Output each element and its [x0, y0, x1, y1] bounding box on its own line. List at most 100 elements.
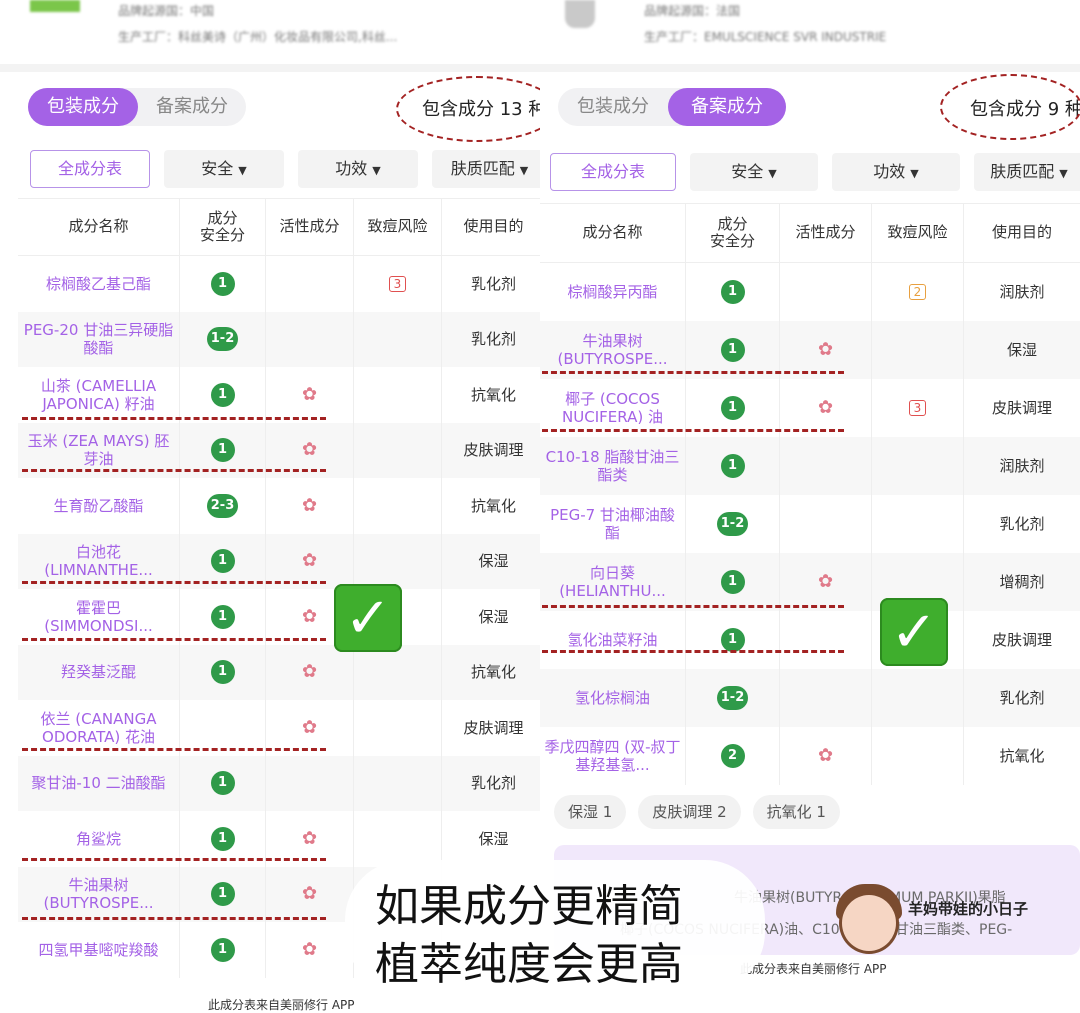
annotation-underline	[22, 858, 326, 861]
table-row[interactable]: 棕榈酸乙基己酯 1 3 乳化剂	[18, 256, 545, 312]
usage-purpose: 乳化剂	[470, 330, 516, 349]
safety-score-badge: 1-2	[716, 512, 749, 536]
efficacy-filter[interactable]: 功效 ▼	[298, 150, 418, 188]
safety-score-cell: 2	[686, 727, 780, 785]
ingredient-name: 季戊四醇四 (双-叔丁基羟基氢...	[540, 727, 686, 785]
ingredient-name: 氢化棕榈油	[540, 669, 686, 727]
flower-icon: ✿	[817, 745, 834, 767]
full-list-button[interactable]: 全成分表	[30, 150, 150, 188]
usage-purpose: 乳化剂	[999, 689, 1045, 707]
usage-purpose: 保湿	[1006, 341, 1037, 359]
annotation-underline	[542, 605, 844, 608]
caption-line-2: 植萃纯度会更高	[375, 939, 683, 990]
flower-icon: ✿	[301, 605, 318, 627]
annotation-underline	[542, 650, 844, 653]
annotation-oval	[396, 76, 545, 142]
flower-icon: ✿	[301, 383, 318, 405]
caption-overlay: 如果成分更精简 植萃纯度会更高	[345, 860, 765, 992]
caret-down-icon: ▼	[519, 164, 529, 177]
efficacy-filter[interactable]: 功效 ▼	[832, 153, 960, 191]
annotation-underline	[22, 469, 326, 472]
table-header: 成分名称 成分 安全分 活性成分 致痘风险 使用目的	[540, 203, 1080, 263]
tab-packaging-ingredients[interactable]: 包装成分	[28, 88, 138, 126]
warning-triangle-icon: 2	[908, 283, 927, 301]
acne-risk-cell	[354, 311, 442, 367]
annotation-underline	[542, 371, 844, 374]
table-row[interactable]: 向日葵 (HELIANTHU... 1 ✿ 增稠剂	[540, 553, 1080, 611]
col-name-header: 成分名称	[540, 204, 686, 262]
safety-score-cell: 1	[180, 589, 266, 645]
safety-filter[interactable]: 安全 ▼	[164, 150, 284, 188]
table-row[interactable]: 氢化棕榈油 1-2 乳化剂	[540, 669, 1080, 727]
safety-score-cell: 1	[686, 263, 780, 321]
active-ingredient-cell	[780, 437, 872, 495]
usage-purpose: 皮肤调理	[991, 631, 1052, 649]
table-row[interactable]: 氢化油菜籽油 1 皮肤调理	[540, 611, 1080, 669]
usage-purpose: 润肤剂	[999, 283, 1045, 301]
ingredient-name: 棕榈酸乙基己酯	[18, 256, 180, 312]
brand-origin: 品牌起源国：中国	[118, 4, 215, 18]
usage-purpose: 保湿	[478, 607, 509, 626]
ingredient-name: 棕榈酸异丙酯	[540, 263, 686, 321]
skin-match-filter[interactable]: 肤质匹配 ▼	[432, 150, 545, 188]
active-ingredient-cell: ✿	[266, 644, 354, 700]
flower-icon: ✿	[817, 339, 834, 361]
col-acne-header: 致痘风险	[354, 199, 442, 255]
usage-purpose: 抗氧化	[470, 385, 516, 404]
warning-triangle-icon: 3	[908, 399, 927, 417]
annotation-underline	[22, 417, 326, 420]
table-row[interactable]: 季戊四醇四 (双-叔丁基羟基氢... 2 ✿ 抗氧化	[540, 727, 1080, 785]
acne-risk-cell	[354, 533, 442, 589]
safety-score-badge: 1	[210, 549, 235, 574]
table-row[interactable]: 羟癸基泛醌 1 ✿ 抗氧化	[18, 644, 545, 700]
safety-score-cell: 1-2	[686, 669, 780, 727]
safety-filter-label: 安全	[731, 162, 764, 181]
caption-line-1: 如果成分更精简	[375, 881, 683, 932]
usage-purpose: 乳化剂	[470, 274, 516, 293]
table-row[interactable]: 霍霍巴 (SIMMONDSI... 1 ✿ 保湿	[18, 589, 545, 645]
product-info-strip: 品牌起源国：中国 生产工厂：科丝美诗（广州）化妆品有限公司,科丝...	[0, 0, 545, 62]
table-row[interactable]: 山茶 (CAMELLIA JAPONICA) 籽油 1 ✿ 抗氧化	[18, 367, 545, 423]
safety-score-badge: 1	[210, 771, 235, 796]
ingredient-name: 羟癸基泛醌	[18, 644, 180, 700]
table-row[interactable]: 生育酚乙酸酯 2-3 ✿ 抗氧化	[18, 478, 545, 534]
col-safety-header: 成分 安全分	[686, 204, 780, 262]
table-row[interactable]: PEG-7 甘油椰油酸酯 1-2 乳化剂	[540, 495, 1080, 553]
active-ingredient-cell: ✿	[266, 478, 354, 534]
safety-score-badge: 1	[210, 438, 235, 463]
acne-risk-cell	[872, 321, 964, 379]
caret-down-icon: ▼	[372, 164, 381, 177]
safety-score-badge: 1	[210, 937, 235, 962]
table-row[interactable]: C10-18 脂酸甘油三酯类 1 润肤剂	[540, 437, 1080, 495]
table-row[interactable]: 聚甘油-10 二油酸酯 1 乳化剂	[18, 755, 545, 811]
safety-score-badge: 1	[210, 826, 235, 851]
full-list-button[interactable]: 全成分表	[550, 153, 676, 191]
efficacy-pill[interactable]: 抗氧化 1	[752, 795, 840, 829]
efficacy-pill[interactable]: 保湿 1	[554, 795, 627, 829]
col-active-header: 活性成分	[266, 199, 354, 255]
active-ingredient-cell	[780, 611, 872, 669]
ingredient-source-tabs: 包装成分 备案成分	[28, 88, 246, 126]
active-ingredient-cell	[266, 256, 354, 312]
annotation-underline	[22, 638, 326, 641]
table-row[interactable]: 棕榈酸异丙酯 1 2 润肤剂	[540, 263, 1080, 321]
table-row[interactable]: PEG-20 甘油三异硬脂酸酯 1-2 乳化剂	[18, 311, 545, 367]
flower-icon: ✿	[301, 439, 318, 461]
tab-packaging-ingredients[interactable]: 包装成分	[558, 88, 668, 126]
col-acne-header: 致痘风险	[872, 204, 964, 262]
author-sticker: 羊妈带娃的小日子	[908, 900, 1029, 918]
skin-match-filter[interactable]: 肤质匹配 ▼	[974, 153, 1080, 191]
ingredient-name: 生育酚乙酸酯	[18, 478, 180, 534]
usage-purpose: 润肤剂	[999, 457, 1045, 475]
safety-score-badge: 1	[720, 338, 745, 362]
safety-filter[interactable]: 安全 ▼	[690, 153, 818, 191]
safety-score-badge: 1	[210, 382, 235, 407]
safety-score-cell: 1-2	[180, 311, 266, 367]
tab-registered-ingredients[interactable]: 备案成分	[668, 88, 786, 126]
col-purpose-header: 使用目的	[463, 217, 524, 236]
tab-registered-ingredients[interactable]: 备案成分	[138, 88, 246, 126]
efficacy-pill[interactable]: 皮肤调理 2	[638, 795, 741, 829]
active-ingredient-cell	[780, 495, 872, 553]
acne-risk-cell	[354, 811, 442, 867]
usage-purpose: 抗氧化	[470, 496, 516, 515]
